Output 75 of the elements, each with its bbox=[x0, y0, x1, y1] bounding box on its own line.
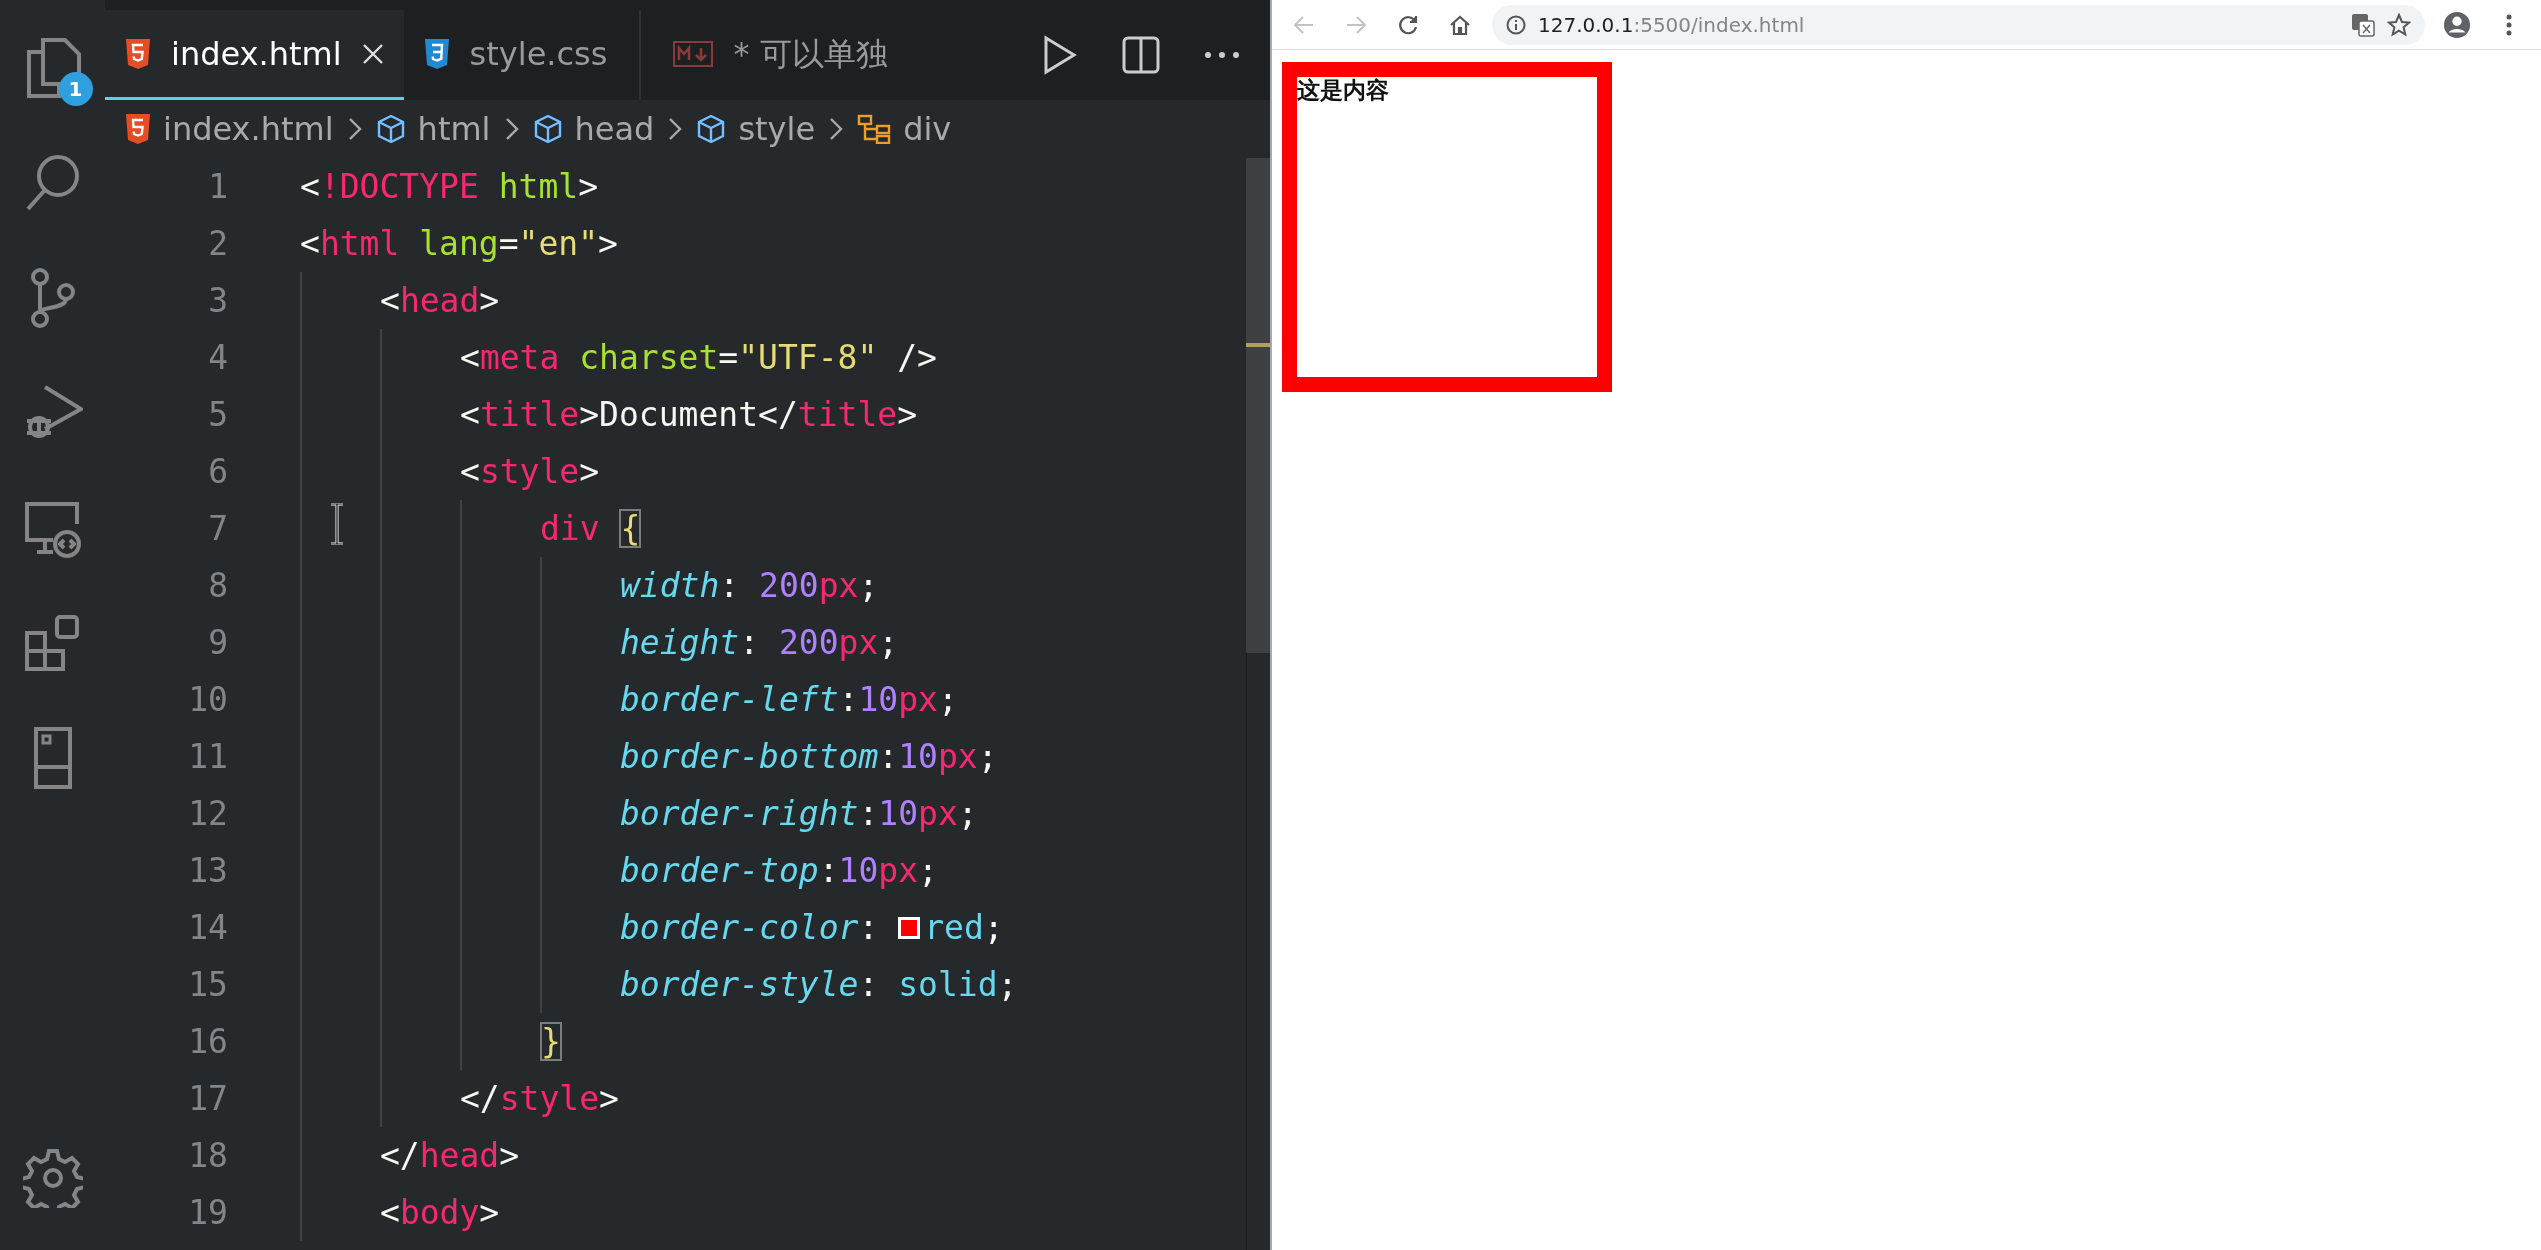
branch-icon[interactable] bbox=[29, 268, 76, 328]
url-text: 127.0.0.1:5500/index.html bbox=[1538, 11, 1805, 39]
code-line: border-style: solid; bbox=[620, 964, 1018, 1006]
info-icon[interactable] bbox=[1506, 14, 1526, 35]
selector-icon bbox=[857, 114, 892, 144]
line-number: 11 bbox=[187, 736, 229, 778]
code-line: </style> bbox=[460, 1078, 620, 1120]
line-number: 13 bbox=[187, 850, 229, 892]
page-text: 这是内容 bbox=[1297, 77, 1389, 105]
cube-icon bbox=[375, 114, 406, 144]
code-line: <body> bbox=[380, 1192, 501, 1234]
line-number: 8 bbox=[207, 565, 229, 607]
code-line: height: 200px; bbox=[620, 622, 900, 664]
line-number: 17 bbox=[187, 1078, 229, 1120]
split-editor-icon[interactable] bbox=[1122, 36, 1160, 74]
code-line: div { bbox=[540, 508, 643, 550]
chevron-icon bbox=[504, 117, 519, 141]
code-line: border-left:10px; bbox=[620, 679, 959, 721]
search-icon[interactable] bbox=[24, 154, 81, 212]
line-number: 4 bbox=[207, 337, 229, 379]
code-line: <html lang="en"> bbox=[300, 223, 619, 265]
line-number: 6 bbox=[207, 451, 229, 493]
translate-icon[interactable] bbox=[2351, 12, 2375, 37]
text-cursor-icon bbox=[330, 503, 344, 545]
code-line: <title>Document</title> bbox=[460, 394, 918, 436]
code-line: border-right:10px; bbox=[620, 793, 979, 835]
editor-tab[interactable]: index.html bbox=[105, 10, 404, 100]
files-icon[interactable] bbox=[24, 38, 81, 98]
line-number: 12 bbox=[187, 793, 229, 835]
line-number: 2 bbox=[207, 223, 229, 265]
line-number: 3 bbox=[207, 280, 229, 322]
breadcrumb-item[interactable]: div bbox=[903, 105, 952, 153]
scrollbar[interactable] bbox=[1246, 158, 1270, 1250]
line-number: 19 bbox=[187, 1192, 229, 1234]
close-icon[interactable] bbox=[361, 42, 384, 65]
more-icon[interactable] bbox=[1204, 51, 1240, 59]
code-line: <style> bbox=[460, 451, 601, 493]
star-icon[interactable] bbox=[2387, 12, 2411, 37]
breadcrumb-item[interactable]: index.html bbox=[163, 105, 334, 153]
markdown-file-icon bbox=[673, 40, 714, 67]
html-file-icon bbox=[125, 113, 151, 145]
css-file-icon bbox=[423, 37, 450, 70]
breadcrumb-item[interactable]: html bbox=[417, 105, 491, 153]
panel-icon[interactable] bbox=[32, 727, 73, 789]
breadcrumb-item[interactable]: head bbox=[574, 105, 655, 153]
code-text: red; bbox=[924, 907, 1004, 949]
code-line: border-top:10px; bbox=[620, 850, 939, 892]
chevron-icon bbox=[829, 117, 844, 141]
line-number: 5 bbox=[207, 394, 229, 436]
code-line: <!DOCTYPE html> bbox=[300, 166, 600, 208]
breadcrumb-item[interactable]: style bbox=[738, 105, 816, 153]
line-number: 1 bbox=[207, 166, 229, 208]
cube-icon bbox=[532, 114, 563, 144]
line-number: 16 bbox=[187, 1021, 229, 1063]
chevron-icon bbox=[347, 117, 362, 141]
code-line: <meta charset="UTF-8" /> bbox=[460, 337, 938, 379]
code-line: border-bottom:10px; bbox=[620, 736, 999, 778]
chevron-icon bbox=[668, 117, 683, 141]
run-icon[interactable] bbox=[1042, 35, 1078, 75]
line-number: 10 bbox=[187, 679, 229, 721]
html-file-icon bbox=[125, 37, 151, 70]
code-line: width: 200px; bbox=[620, 565, 880, 607]
line-number: 7 bbox=[207, 508, 229, 550]
line-number: 9 bbox=[207, 622, 229, 664]
line-number: 15 bbox=[187, 964, 229, 1006]
code-text: border-color: bbox=[620, 907, 880, 949]
line-number: 18 bbox=[187, 1135, 229, 1177]
code-line: <head> bbox=[380, 280, 501, 322]
cube-icon bbox=[696, 114, 727, 144]
settings-icon[interactable] bbox=[22, 1148, 83, 1208]
code-line: </head> bbox=[380, 1135, 521, 1177]
line-number: 14 bbox=[187, 907, 229, 949]
code-line: } bbox=[540, 1021, 563, 1063]
address-bar[interactable]: 127.0.0.1:5500/index.html bbox=[1492, 4, 2425, 45]
count-badge: 1 bbox=[58, 72, 93, 106]
